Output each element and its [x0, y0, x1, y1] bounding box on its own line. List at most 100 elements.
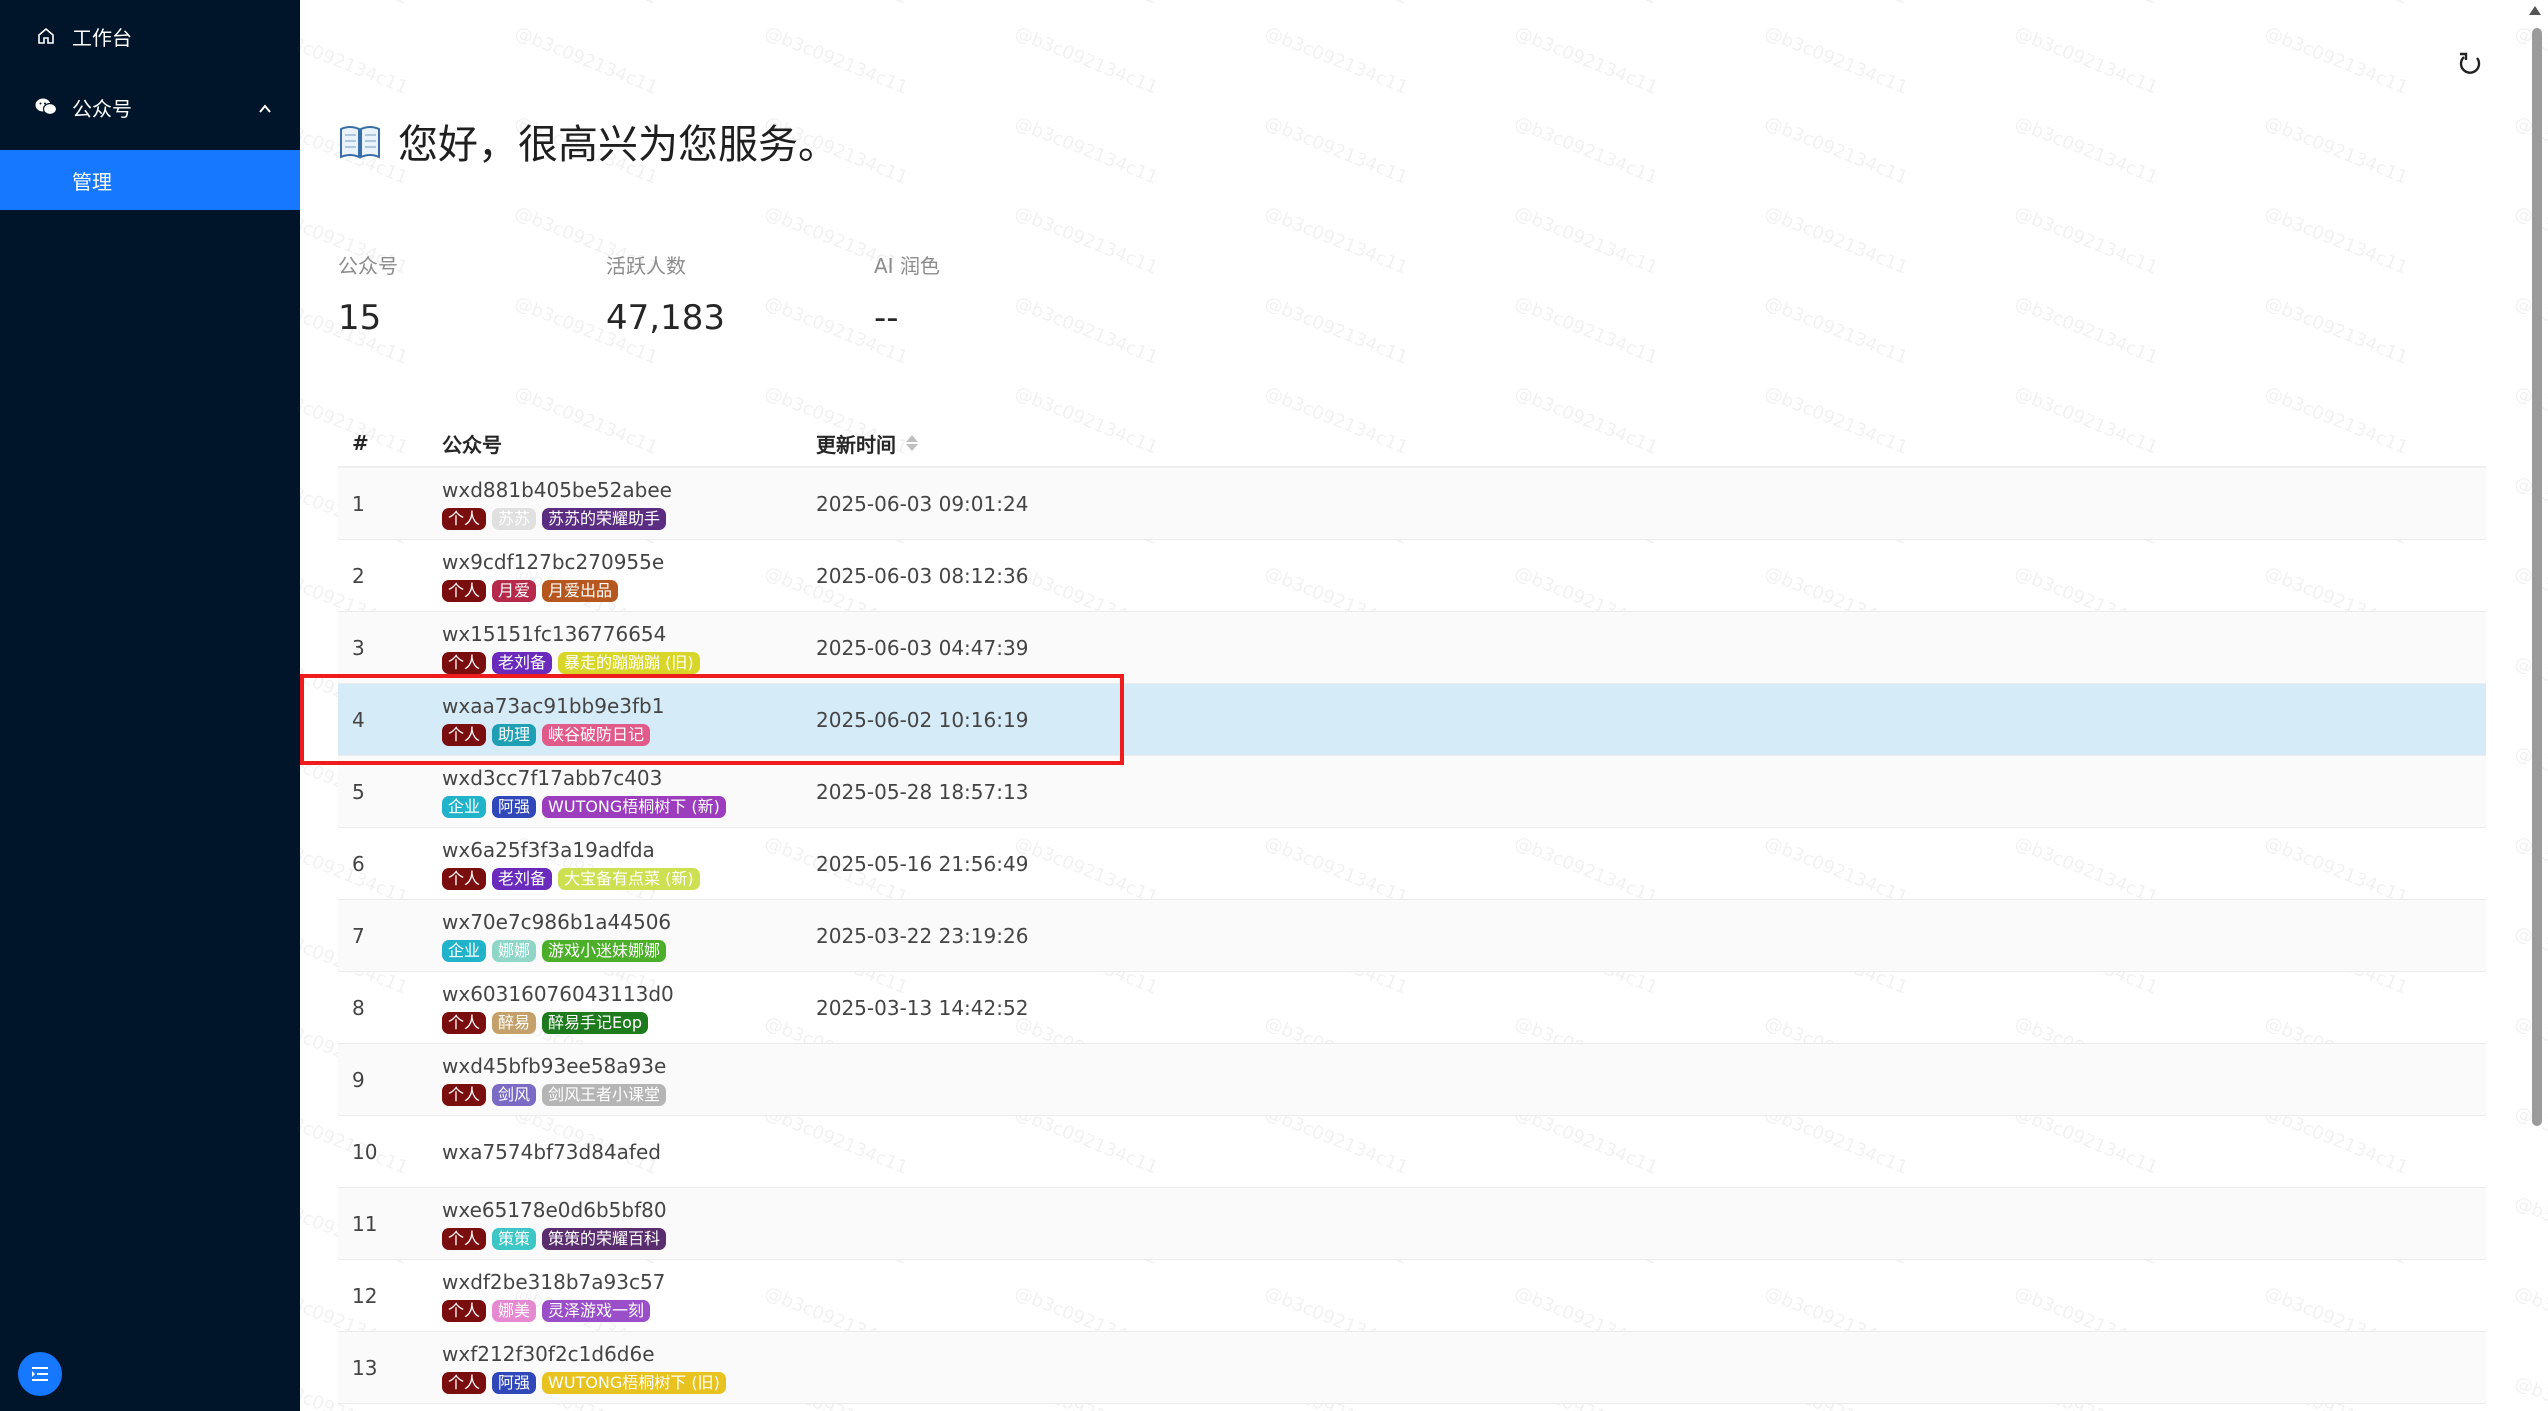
column-header-account: 公众号 — [442, 432, 502, 457]
updated-time: 2025-05-16 21:56:49 — [816, 851, 1029, 876]
chevron-up-icon[interactable] — [258, 97, 272, 121]
tag: 个人 — [442, 1083, 487, 1106]
tag: 暴走的蹦蹦蹦 (旧) — [558, 651, 700, 674]
watermark: @b3c092134c11 — [2011, 112, 2161, 189]
scrollbar[interactable] — [2528, 0, 2546, 1411]
account-cell: wxd3cc7f17abb7c403 企业 阿强 WUTONG梧桐树下 (新) — [442, 766, 816, 818]
table-row[interactable]: 11 wxe65178e0d6b5bf80 个人 策策 策策的荣耀百科 — [338, 1188, 2486, 1260]
tag: 灵泽游戏一刻 — [542, 1299, 651, 1322]
tag: 剑风 — [492, 1083, 537, 1106]
accounts-table: # 公众号 更新时间 1 wxd881b405be52abee 个人 苏苏 苏苏的荣耀助… — [338, 420, 2486, 1404]
account-id: wxd3cc7f17abb7c403 — [442, 765, 663, 790]
account-cell: wxd45bfb93ee58a93e 个人 剑风 剑风王者小课堂 — [442, 1054, 816, 1106]
scrollbar-thumb[interactable] — [2532, 28, 2542, 1126]
table-row[interactable]: 1 wxd881b405be52abee 个人 苏苏 苏苏的荣耀助手 2025-06-03… — [338, 468, 2486, 540]
highlight-box — [300, 674, 1124, 765]
row-index: 3 — [352, 635, 365, 660]
row-index: 9 — [352, 1067, 365, 1092]
account-cell: wxf212f30f2c1d6d6e 个人 阿强 WUTONG梧桐树下 (旧) — [442, 1342, 816, 1394]
watermark: @b3c092134c11 — [2012, 0, 2161, 9]
tag: WUTONG梧桐树下 (旧) — [542, 1371, 726, 1394]
account-id: wxf212f30f2c1d6d6e — [442, 1341, 655, 1366]
tag-list: 个人 策策 策策的荣耀百科 — [442, 1227, 816, 1250]
sidebar-item-label: 公众号 — [72, 96, 132, 121]
account-cell: wxe65178e0d6b5bf80 个人 策策 策策的荣耀百科 — [442, 1198, 816, 1250]
watermark: @b3c092134c11 — [1261, 202, 1411, 279]
watermark: @b3c092134c11 — [2262, 0, 2411, 9]
watermark: @b3c092134c11 — [1261, 22, 1411, 99]
watermark: @b3c092134c11 — [300, 22, 411, 99]
table-row[interactable]: 7 wx70e7c986b1a44506 企业 娜娜 游戏小迷妹娜娜 2025-03-22… — [338, 900, 2486, 972]
account-id: wx70e7c986b1a44506 — [442, 909, 672, 934]
account-id: wx9cdf127bc270955e — [442, 549, 665, 574]
watermark: @b3c092134c11 — [300, 0, 411, 9]
account-cell: wxdf2be318b7a93c57 个人 娜美 灵泽游戏一刻 — [442, 1270, 816, 1322]
scroll-up-arrow-icon[interactable] — [2529, 6, 2541, 15]
tag: 个人 — [442, 651, 487, 674]
sidebar-item-label: 管理 — [72, 169, 112, 194]
watermark: @b3c092134c11 — [1761, 22, 1911, 99]
table-row[interactable]: 12 wxdf2be318b7a93c57 个人 娜美 灵泽游戏一刻 — [338, 1260, 2486, 1332]
table-header: # 公众号 更新时间 — [338, 420, 2486, 468]
column-header-index: # — [352, 431, 369, 455]
stat-value: 47,183 — [606, 298, 725, 338]
table-row[interactable]: 9 wxd45bfb93ee58a93e 个人 剑风 剑风王者小课堂 — [338, 1044, 2486, 1116]
tag-list: 个人 剑风 剑风王者小课堂 — [442, 1083, 816, 1106]
account-cell: wx15151fc136776654 个人 老刘备 暴走的蹦蹦蹦 (旧) — [442, 622, 816, 674]
row-index: 6 — [352, 851, 365, 876]
account-id: wx6a25f3f3a19adfda — [442, 837, 655, 862]
stat-ai-polish: AI 润色 -- — [874, 250, 1142, 338]
account-cell: wx60316076043113d0 个人 醉易 醉易手记Eop — [442, 982, 816, 1034]
tag: 个人 — [442, 867, 487, 890]
stats-panel: 公众号 15 活跃人数 47,183 AI 润色 -- — [338, 250, 1142, 338]
account-id: wxa7574bf73d84afed — [442, 1139, 661, 1164]
collapse-menu-button[interactable] — [18, 1352, 62, 1396]
tag: 企业 — [442, 795, 487, 818]
row-index: 1 — [352, 491, 365, 516]
watermark: @b3c092134c11 — [1262, 0, 1411, 9]
table-row[interactable]: 13 wxf212f30f2c1d6d6e 个人 阿强 WUTONG梧桐树下 (旧) — [338, 1332, 2486, 1404]
tag: 醉易手记Eop — [542, 1011, 649, 1034]
updated-time: 2025-06-03 08:12:36 — [816, 563, 1029, 588]
watermark: @b3c092134c11 — [762, 0, 911, 9]
watermark: @b3c092134c11 — [512, 0, 661, 9]
greeting: 您好，很高兴为您服务。 — [338, 112, 838, 170]
watermark: @b3c092134c11 — [1511, 22, 1661, 99]
tag: 阿强 — [492, 795, 537, 818]
tag-list: 个人 老刘备 大宝备有点菜 (新) — [442, 867, 816, 890]
table-row[interactable]: 5 wxd3cc7f17abb7c403 企业 阿强 WUTONG梧桐树下 (新) 202… — [338, 756, 2486, 828]
column-header-updated[interactable]: 更新时间 — [816, 429, 1416, 458]
watermark: @b3c092134c11 — [1511, 112, 1661, 189]
refresh-button[interactable] — [2452, 46, 2488, 82]
account-id: wx60316076043113d0 — [442, 981, 674, 1006]
table-row[interactable]: 8 wx60316076043113d0 个人 醉易 醉易手记Eop 2025-03-13… — [338, 972, 2486, 1044]
sidebar-item-manage[interactable]: 管理 — [0, 150, 300, 210]
watermark: @b3c092134c11 — [761, 22, 911, 99]
stat-label: 活跃人数 — [606, 254, 686, 278]
book-icon — [340, 126, 380, 159]
watermark: @b3c092134c11 — [2011, 202, 2161, 279]
row-index: 12 — [352, 1283, 378, 1308]
updated-time: 2025-03-13 14:42:52 — [816, 995, 1029, 1020]
table-row[interactable]: 2 wx9cdf127bc270955e 个人 月爱 月爱出品 2025-06-03 08… — [338, 540, 2486, 612]
tag-list: 企业 娜娜 游戏小迷妹娜娜 — [442, 939, 816, 962]
watermark: @b3c092134c11 — [1761, 112, 1911, 189]
account-cell: wxa7574bf73d84afed — [442, 1140, 816, 1164]
row-index: 5 — [352, 779, 365, 804]
sidebar-item-wechat[interactable]: 公众号 — [0, 71, 300, 143]
tag: 个人 — [442, 1011, 487, 1034]
wechat-icon — [34, 95, 58, 119]
sort-icon[interactable] — [906, 435, 918, 451]
tag: 娜美 — [492, 1299, 537, 1322]
row-index: 10 — [352, 1139, 378, 1164]
stat-value: -- — [874, 298, 899, 338]
row-index: 13 — [352, 1355, 378, 1380]
account-id: wxdf2be318b7a93c57 — [442, 1269, 666, 1294]
updated-time: 2025-06-03 04:47:39 — [816, 635, 1029, 660]
sidebar-item-workbench[interactable]: 工作台 — [0, 0, 300, 72]
tag: 老刘备 — [492, 867, 553, 890]
table-row[interactable]: 10 wxa7574bf73d84afed — [338, 1116, 2486, 1188]
sidebar-item-label: 工作台 — [72, 25, 132, 50]
table-row[interactable]: 6 wx6a25f3f3a19adfda 个人 老刘备 大宝备有点菜 (新) 2025-0… — [338, 828, 2486, 900]
tag: 个人 — [442, 1227, 487, 1250]
